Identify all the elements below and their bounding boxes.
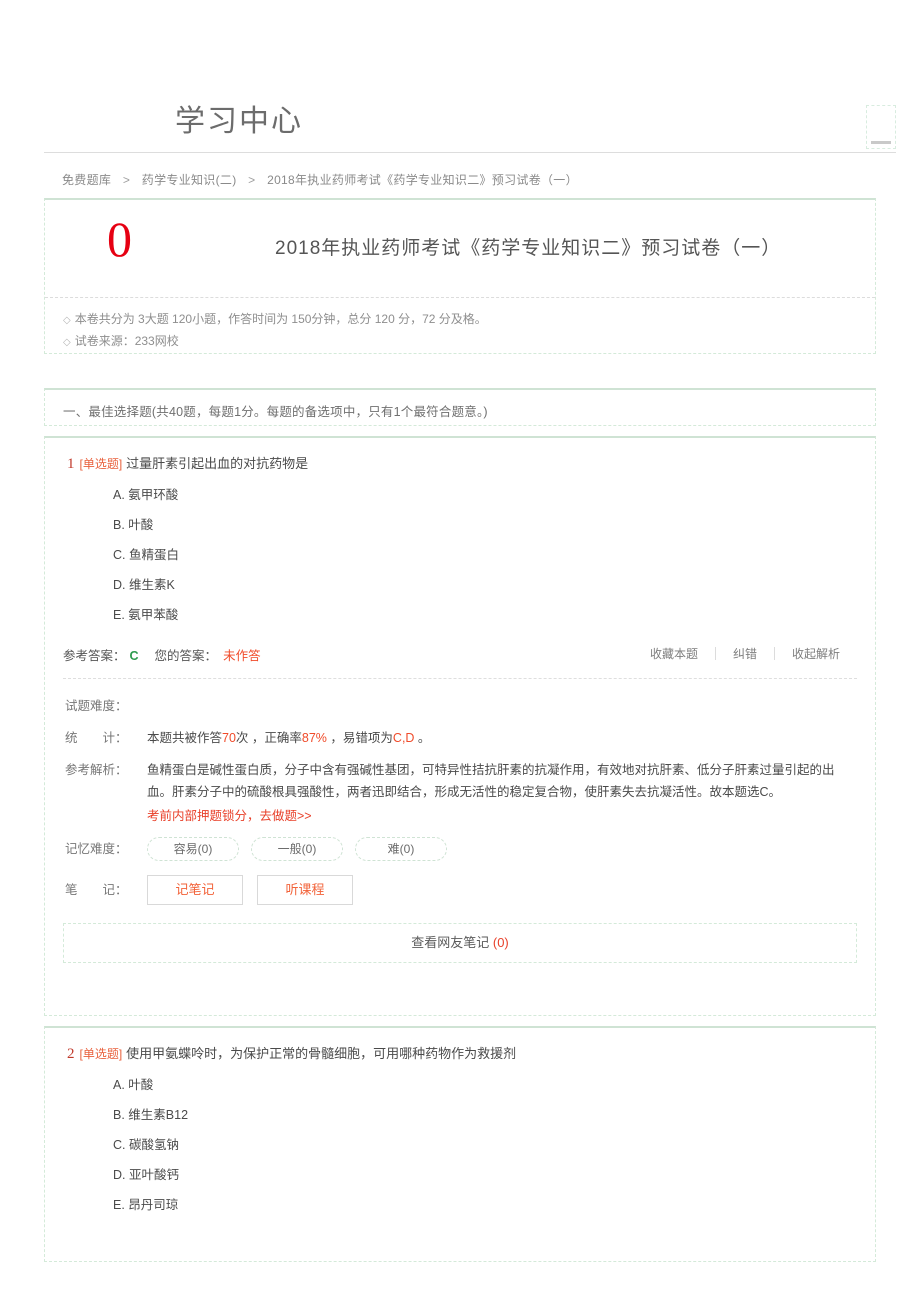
breadcrumb: 免费题库 > 药学专业知识(二) > 2018年执业药师考试《药学专业知识二》预… [62, 171, 578, 188]
question-options: A. 叶酸 B. 维生素B12 C. 碳酸氢钠 D. 亚叶酸钙 E. 昂丹司琼 [45, 1077, 875, 1214]
bullet-icon: ◇ [63, 337, 71, 348]
stat-mid: 次 ，正确率 [235, 731, 302, 745]
question-type-badge: [单选题] [79, 1047, 123, 1061]
stat-suffix: 。 [414, 731, 431, 745]
header-divider [44, 152, 896, 153]
bullet-icon: ◇ [63, 315, 71, 326]
friend-notes-count: (0) [492, 935, 509, 950]
question-number: 1 [67, 456, 75, 472]
memory-pill-hard[interactable]: 难(0) [355, 837, 447, 861]
option-c[interactable]: C. 鱼精蛋白 [113, 547, 875, 564]
question-text: 使用甲氨蝶呤时，为保护正常的骨髓细胞，可用哪种药物作为救援剂 [126, 1046, 517, 1061]
header-utility-bar [871, 141, 891, 144]
note-label: 笔 记： [65, 883, 128, 897]
section-title: 一、最佳选择题(共40题，每题1分。每题的备选项中，只有1个最符合题意。) [63, 405, 488, 419]
question-number: 2 [67, 1046, 75, 1062]
option-a[interactable]: A. 叶酸 [113, 1077, 875, 1094]
section-header-card: 一、最佳选择题(共40题，每题1分。每题的备选项中，只有1个最符合题意。) [44, 388, 876, 426]
view-friend-notes-button[interactable]: 查看网友笔记 (0) [63, 923, 857, 963]
option-b[interactable]: B. 叶酸 [113, 517, 875, 534]
site-header: 学习中心 [0, 0, 920, 153]
option-c[interactable]: C. 碳酸氢钠 [113, 1137, 875, 1154]
paper-score: 0 [107, 211, 132, 267]
reference-answer-value: C [129, 649, 139, 663]
explanation-label: 参考解析： [65, 763, 128, 777]
favorite-question-button[interactable]: 收藏本题 [633, 645, 715, 662]
option-d[interactable]: D. 维生素K [113, 577, 875, 594]
stat-prefix: 本题共被作答 [147, 731, 223, 745]
option-a[interactable]: A. 氨甲环酸 [113, 487, 875, 504]
header-utility-box[interactable] [866, 105, 896, 149]
your-answer-label: 您的答案： [154, 649, 218, 663]
promo-link[interactable]: 考前内部押题锁分，去做题>> [147, 805, 855, 827]
breadcrumb-item-free-bank[interactable]: 免费题库 [62, 173, 111, 187]
memory-pill-normal[interactable]: 一般(0) [251, 837, 343, 861]
explanation-text: 鱼精蛋白是碱性蛋白质，分子中含有强碱性基团，可特异性拮抗肝素的抗凝作用，有效地对… [147, 763, 835, 799]
difficulty-label: 试题难度： [65, 699, 128, 713]
option-d[interactable]: D. 亚叶酸钙 [113, 1167, 875, 1184]
explanation-row: 参考解析： 鱼精蛋白是碱性蛋白质，分子中含有强碱性基团，可特异性拮抗肝素的抗凝作… [65, 759, 855, 827]
report-error-button[interactable]: 纠错 [716, 645, 774, 662]
answer-bar: 参考答案： C 您的答案： 未作答 收藏本题 纠错 收起解析 [63, 645, 857, 679]
statistics-value: 本题共被作答70次 ，正确率87% ，易错项为C,D 。 [147, 727, 855, 749]
paper-meta-line: ◇ 本卷共分为 3大题 120小题，作答时间为 150分钟，总分 120 分，72… [63, 309, 875, 331]
paper-meta-structure: 本卷共分为 3大题 120小题，作答时间为 150分钟，总分 120 分，72 … [74, 312, 487, 326]
option-e[interactable]: E. 昂丹司琼 [113, 1197, 875, 1214]
reference-answer-label: 参考答案： [63, 649, 126, 663]
answer-bar-actions: 收藏本题 纠错 收起解析 [633, 645, 857, 662]
statistics-row: 统 计： 本题共被作答70次 ，正确率87% ，易错项为C,D 。 [65, 727, 855, 749]
breadcrumb-separator: > [122, 173, 131, 187]
breadcrumb-separator: > [248, 173, 256, 187]
difficulty-value [147, 695, 855, 717]
stat-answer-count: 70 [222, 731, 236, 745]
paper-meta: ◇ 本卷共分为 3大题 120小题，作答时间为 150分钟，总分 120 分，72… [45, 298, 875, 353]
question-stem: 1 [单选题] 过量肝素引起出血的对抗药物是 [45, 438, 875, 474]
paper-meta-source: 试卷来源：233网校 [74, 334, 179, 348]
write-note-button[interactable]: 记笔记 [147, 875, 243, 905]
memory-pill-easy[interactable]: 容易(0) [147, 837, 239, 861]
memory-difficulty-label: 记忆难度： [65, 842, 128, 856]
memory-difficulty-row: 记忆难度： 容易(0) 一般(0) 难(0) [65, 837, 855, 861]
option-e[interactable]: E. 氨甲苯酸 [113, 607, 875, 624]
question-options: A. 氨甲环酸 B. 叶酸 C. 鱼精蛋白 D. 维生素K E. 氨甲苯酸 [45, 487, 875, 624]
difficulty-row: 试题难度： [65, 695, 855, 717]
analysis-panel: 试题难度： 统 计： 本题共被作答70次 ，正确率87% ，易错项为C,D 。 … [45, 679, 875, 905]
paper-header-top: 0 2018年执业药师考试《药学专业知识二》预习试卷（一） [45, 200, 875, 298]
paper-title: 2018年执业药师考试《药学专业知识二》预习试卷（一） [275, 238, 782, 259]
question-stem: 2 [单选题] 使用甲氨蝶呤时，为保护正常的骨髓细胞，可用哪种药物作为救援剂 [45, 1028, 875, 1064]
statistics-label: 统 计： [65, 731, 128, 745]
paper-header-card: 0 2018年执业药师考试《药学专业知识二》预习试卷（一） ◇ 本卷共分为 3大题… [44, 198, 876, 354]
your-answer-value: 未作答 [223, 649, 261, 663]
breadcrumb-item-current-paper: 2018年执业药师考试《药学专业知识二》预习试卷（一） [267, 173, 578, 187]
question-type-badge: [单选题] [79, 457, 123, 471]
stat-mid2: ，易错项为 [326, 731, 393, 745]
listen-course-button[interactable]: 听课程 [257, 875, 353, 905]
friend-notes-label: 查看网友笔记 [411, 935, 490, 950]
stat-common-wrong: C,D [392, 731, 415, 745]
question-card: 1 [单选题] 过量肝素引起出血的对抗药物是 A. 氨甲环酸 B. 叶酸 C. 鱼精… [44, 436, 876, 1016]
question-text: 过量肝素引起出血的对抗药物是 [126, 456, 309, 471]
breadcrumb-item-subject[interactable]: 药学专业知识(二) [142, 173, 237, 187]
explanation-value: 鱼精蛋白是碱性蛋白质，分子中含有强碱性基团，可特异性拮抗肝素的抗凝作用，有效地对… [147, 759, 855, 827]
question-card: 2 [单选题] 使用甲氨蝶呤时，为保护正常的骨髓细胞，可用哪种药物作为救援剂 A. … [44, 1026, 876, 1262]
site-logo: 学习中心 [175, 105, 303, 138]
paper-meta-line: ◇ 试卷来源：233网校 [63, 331, 875, 353]
option-b[interactable]: B. 维生素B12 [113, 1107, 875, 1124]
note-row: 笔 记： 记笔记 听课程 [65, 875, 855, 905]
collapse-analysis-button[interactable]: 收起解析 [775, 645, 857, 662]
stat-accuracy-rate: 87% [301, 731, 327, 745]
